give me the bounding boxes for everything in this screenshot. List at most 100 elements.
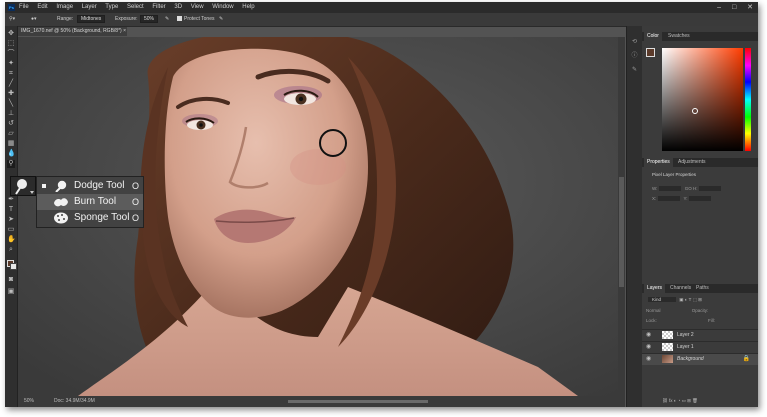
gradient-icon[interactable]: ▦ [7, 140, 15, 148]
hand-tool-icon[interactable]: ✋ [7, 236, 16, 244]
lasso-tool-icon[interactable]: ⌒ [7, 50, 15, 58]
layers-footer-icons[interactable]: ⛓ fx ◐ ◔ ▭ ⊞ 🗑 [662, 398, 698, 404]
scroll-thumb[interactable] [619, 177, 624, 287]
sponge-icon [54, 212, 68, 224]
quick-select-icon[interactable]: ✦ [7, 60, 15, 68]
document-tab[interactable]: IMG_1670.nef @ 50% (Background, RGB/8*) … [18, 27, 127, 36]
layer-row[interactable]: ◉ Background 🔒 [642, 353, 758, 365]
airbrush-icon[interactable]: ✎ [165, 13, 169, 26]
color-picker-marker[interactable] [692, 108, 698, 114]
color-panel-foreground[interactable] [646, 48, 655, 57]
lock-label: Lock: [646, 318, 657, 323]
history-icon[interactable]: ⟲ [630, 38, 639, 47]
screen-mode-icon[interactable]: ▣ [7, 288, 15, 296]
tab-color[interactable]: Color [644, 32, 662, 41]
tab-channels[interactable]: Channels [670, 284, 691, 293]
background-color-swatch[interactable] [10, 263, 17, 270]
exposure-label: Exposure: [115, 16, 138, 22]
brush-tool-icon[interactable]: ╲ [7, 100, 15, 108]
tab-properties[interactable]: Properties [644, 158, 673, 167]
flyout-shortcut: O [132, 213, 140, 223]
w-input[interactable] [659, 186, 682, 192]
maximize-button[interactable]: □ [732, 4, 736, 11]
x-input[interactable] [658, 196, 681, 202]
menu-layer[interactable]: Layer [82, 4, 97, 10]
path-select-icon[interactable]: ➤ [7, 216, 15, 224]
menu-filter[interactable]: Filter [152, 4, 165, 10]
clone-stamp-icon[interactable]: ⊥ [7, 110, 15, 118]
window-controls: – □ ✕ [708, 2, 753, 13]
menu-window[interactable]: Window [212, 4, 233, 10]
close-button[interactable]: ✕ [747, 4, 753, 11]
eyedropper-icon[interactable]: ╱ [7, 80, 15, 88]
crop-tool-icon[interactable]: ⌗ [7, 70, 15, 78]
flyout-shortcut: O [132, 181, 140, 191]
tab-layers[interactable]: Layers [644, 284, 666, 293]
h-label: H: [692, 186, 698, 191]
layer-name: Background [677, 356, 704, 362]
w-row: W: GO H: [652, 186, 723, 192]
layer-row[interactable]: ◉ Layer 2 [642, 329, 758, 341]
flyout-item-burn[interactable]: Burn Tool O [37, 194, 143, 210]
menu-view[interactable]: View [191, 4, 204, 10]
marquee-tool-icon[interactable]: ⬚ [7, 40, 15, 48]
blend-mode-select[interactable]: Normal [646, 308, 661, 313]
brush-preset-icon[interactable]: ●▾ [31, 13, 37, 26]
tab-adjustments[interactable]: Adjustments [678, 158, 706, 167]
menu-3d[interactable]: 3D [174, 4, 182, 10]
menu-file[interactable]: File [19, 4, 29, 10]
tab-swatches[interactable]: Swatches [668, 32, 690, 41]
pen-tool-icon[interactable]: ✒ [7, 196, 15, 204]
visibility-eye-icon[interactable]: ◉ [646, 342, 651, 353]
protect-tones-checkbox[interactable] [177, 16, 182, 22]
zoom-level[interactable]: 50% [24, 396, 34, 407]
zoom-tool-icon[interactable]: ⌕ [7, 246, 15, 254]
dodge-tool-icon[interactable]: ⚲ [7, 160, 15, 168]
brush-panel-icon[interactable]: ✎ [630, 66, 639, 75]
menu-image[interactable]: Image [56, 4, 73, 10]
menu-list: File Edit Image Layer Type Select Filter… [19, 2, 262, 13]
shape-tool-icon[interactable]: ▭ [7, 226, 15, 234]
menu-edit[interactable]: Edit [37, 4, 47, 10]
layer-row[interactable]: ◉ Layer 1 [642, 341, 758, 353]
status-bar: 50% Doc: 34.9M/34.9M [18, 396, 625, 407]
flyout-label: Dodge Tool [74, 180, 125, 191]
horizontal-scrollbar[interactable] [288, 400, 428, 403]
history-brush-icon[interactable]: ↺ [7, 120, 15, 128]
move-tool-icon[interactable]: ✥ [7, 30, 15, 38]
layer-name: Layer 1 [677, 344, 694, 350]
quick-mask-icon[interactable]: ◙ [7, 276, 15, 284]
type-tool-icon[interactable]: T [7, 206, 15, 214]
blur-tool-icon[interactable]: 💧 [7, 150, 16, 158]
visibility-eye-icon[interactable]: ◉ [646, 330, 651, 341]
menu-type[interactable]: Type [105, 4, 118, 10]
blend-row: Normal Opacity: [646, 308, 708, 313]
layer-filter-kind: Kind [652, 297, 662, 302]
healing-brush-icon[interactable]: ✚ [7, 90, 15, 98]
active-tool-button[interactable] [10, 176, 36, 196]
w-label: W: [652, 186, 658, 191]
tool-preset-icon[interactable]: ⚲▾ [9, 13, 15, 26]
range-label: Range: [57, 16, 74, 22]
flyout-item-dodge[interactable]: Dodge Tool O [37, 178, 143, 194]
color-picker-field[interactable] [662, 48, 743, 151]
fill-label: Fill: [708, 318, 716, 323]
h-input[interactable] [699, 186, 722, 192]
pressure-icon[interactable]: ✎ [219, 13, 223, 26]
info-icon[interactable]: ⓘ [630, 52, 639, 61]
vertical-scrollbar[interactable] [618, 37, 625, 396]
right-panels: Color Swatches Properties Adjustments Pi… [642, 26, 758, 407]
y-input[interactable] [689, 196, 712, 202]
menu-help[interactable]: Help [242, 4, 254, 10]
tab-paths[interactable]: Paths [696, 284, 709, 293]
flyout-item-sponge[interactable]: Sponge Tool O [37, 210, 143, 226]
visibility-eye-icon[interactable]: ◉ [646, 354, 651, 365]
minimize-button[interactable]: – [717, 4, 721, 11]
range-select[interactable]: Midtones [77, 14, 106, 23]
exposure-input[interactable]: 50% [140, 14, 159, 23]
menu-select[interactable]: Select [127, 4, 144, 10]
eraser-icon[interactable]: ▱ [7, 130, 15, 138]
hue-slider[interactable] [745, 48, 751, 151]
layer-filter-icons[interactable]: ▣ ◐ T ⬚ ⊞ [679, 297, 702, 302]
ps-logo: Ps [8, 4, 15, 11]
